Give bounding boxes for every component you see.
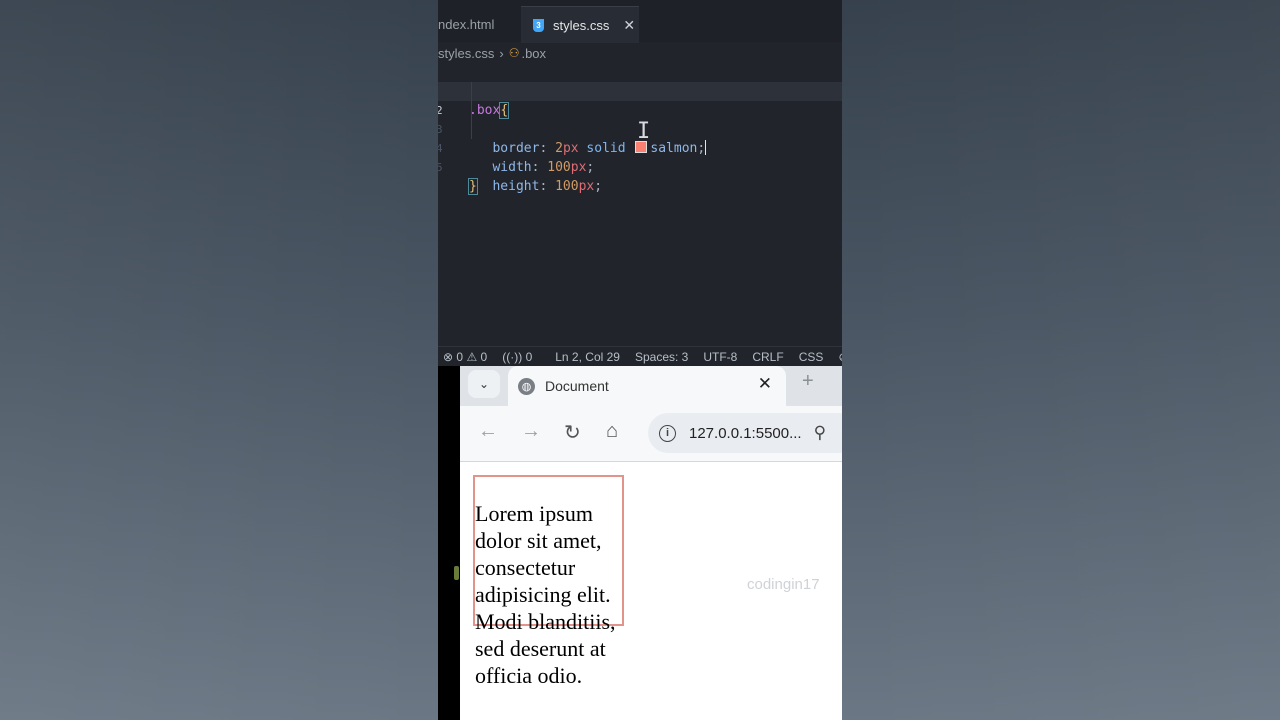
breadcrumb-file[interactable]: styles.css <box>438 46 494 61</box>
tab-index-html[interactable]: ndex.html <box>438 6 520 42</box>
warning-count: 0 <box>480 350 488 364</box>
forward-arrow-icon[interactable]: → <box>521 420 541 443</box>
css-unit: px <box>578 179 595 194</box>
warning-icon: ⚠ <box>466 350 478 364</box>
editor-tab-bar: ndex.html 3 styles.css ✕ <box>438 0 842 43</box>
ports-count: 0 <box>525 350 533 364</box>
ports-indicator[interactable]: ((·)) 0 <box>502 350 532 364</box>
css-unit: px <box>570 160 587 175</box>
code-line: 3 width: 100px; <box>438 101 842 175</box>
browser-window: ⌄ ◍ Document ✕ + ← → ↻ ⌂ i 127.0.0.1:550… <box>460 366 842 720</box>
zoom-icon[interactable]: ⚲ <box>814 423 826 443</box>
back-arrow-icon[interactable]: ← <box>478 420 498 443</box>
colon: : <box>531 160 540 175</box>
symbol-class-icon: ⚇ <box>508 46 520 60</box>
mouse-ibeam-cursor-icon: I <box>637 119 651 144</box>
code-text: height: 100px; <box>469 177 602 196</box>
browser-tab-title: Document <box>545 378 609 394</box>
css-property: width <box>492 160 532 175</box>
reload-icon[interactable]: ↻ <box>564 420 581 445</box>
indent-guide <box>471 120 472 139</box>
tab-label: styles.css <box>553 17 610 33</box>
css-number: 100 <box>555 179 579 194</box>
css-file-icon: 3 <box>533 18 544 32</box>
line-number: 5 <box>438 161 443 174</box>
semicolon: ; <box>594 179 603 194</box>
sidebar-indicator <box>454 566 459 580</box>
info-icon[interactable]: i <box>659 424 676 442</box>
tab-styles-css[interactable]: 3 styles.css ✕ <box>521 6 639 43</box>
language-mode[interactable]: CSS <box>799 350 824 364</box>
close-icon[interactable]: ✕ <box>758 374 772 394</box>
url-text: 127.0.0.1:5500... <box>689 424 802 442</box>
error-count: 0 <box>456 350 464 364</box>
broadcast-icon: ((·)) <box>502 350 523 364</box>
semicolon: ; <box>586 160 595 175</box>
colon: : <box>539 179 548 194</box>
address-bar[interactable]: i 127.0.0.1:5500... ⚲ <box>648 413 842 453</box>
globe-icon: ◍ <box>518 377 535 395</box>
code-line: 1 .box{ <box>438 63 842 119</box>
browser-toolbar: ← → ↻ ⌂ i 127.0.0.1:5500... ⚲ <box>460 406 842 462</box>
code-text: } <box>468 177 478 196</box>
home-icon[interactable]: ⌂ <box>606 420 618 443</box>
status-bar: ⊗ 0 ⚠ 0 ((·)) 0 Ln 2, Col 29 Spaces: 3 U… <box>438 346 842 366</box>
error-icon: ⊗ <box>443 350 454 364</box>
css-property: height <box>492 179 540 194</box>
indent-guide <box>471 82 472 101</box>
browser-tab-document[interactable]: ◍ Document ✕ <box>508 366 786 406</box>
encoding[interactable]: UTF-8 <box>703 350 737 364</box>
cursor-position[interactable]: Ln 2, Col 29 <box>555 350 620 364</box>
background-right <box>842 0 1280 720</box>
browser-tab-bar: ⌄ ◍ Document ✕ + <box>460 366 842 406</box>
tab-label: ndex.html <box>438 16 495 32</box>
watermark: codingin17 <box>747 576 820 593</box>
breadcrumb-symbol[interactable]: .box <box>521 46 546 61</box>
go-live-icon[interactable]: ⊘ <box>838 350 842 364</box>
page-content: Lorem ipsum dolor sit amet, consectetur … <box>460 462 842 720</box>
problems-indicator[interactable]: ⊗ 0 ⚠ 0 <box>443 350 487 364</box>
indent-guide <box>471 101 472 120</box>
close-brace: } <box>468 178 478 195</box>
background-left <box>0 0 438 720</box>
browser-preview: ⌄ ◍ Document ✕ + ← → ↻ ⌂ i 127.0.0.1:550… <box>438 366 842 720</box>
code-line-active: 2 border: 2px solid salmon; <box>438 82 842 156</box>
indentation[interactable]: Spaces: 3 <box>635 350 688 364</box>
code-text: width: 100px; <box>469 158 594 177</box>
breadcrumb: styles.css › ⚇ .box <box>438 43 546 63</box>
chevron-right-icon: › <box>499 45 504 61</box>
close-icon[interactable]: ✕ <box>623 17 635 34</box>
line-ending[interactable]: CRLF <box>752 350 783 364</box>
css-number: 100 <box>547 160 571 175</box>
new-tab-icon[interactable]: + <box>802 370 814 393</box>
code-editor: ndex.html 3 styles.css ✕ styles.css › ⚇ … <box>438 0 842 366</box>
chevron-down-icon: ⌄ <box>478 377 490 391</box>
lorem-text: Lorem ipsum dolor sit amet, consectetur … <box>475 501 616 688</box>
tab-search-button[interactable]: ⌄ <box>468 370 500 398</box>
